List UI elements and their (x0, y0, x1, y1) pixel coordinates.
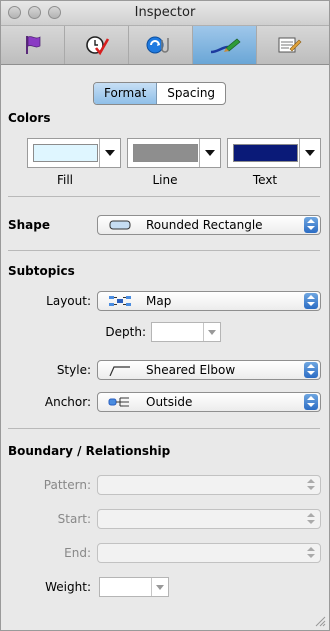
depth-label: Depth: (105, 325, 146, 339)
chevron-down-icon (203, 323, 220, 341)
popup-arrows-icon (304, 545, 318, 561)
depth-popup[interactable] (151, 322, 221, 342)
outside-anchor-icon (108, 397, 129, 407)
popup-arrows-icon (304, 394, 318, 410)
clock-check-tab[interactable] (65, 26, 129, 64)
pen-icon (210, 38, 241, 54)
pen-style-tab[interactable] (193, 26, 257, 64)
shape-label: Shape (8, 218, 51, 232)
inspector-toolbar (1, 26, 329, 65)
boundary-relationship-heading: Boundary / Relationship (8, 444, 171, 458)
format-spacing-segmented-control[interactable]: Format Spacing (93, 82, 227, 105)
flag-icon (25, 36, 40, 54)
pattern-label: Pattern: (43, 478, 91, 492)
text-color-dropdown[interactable] (299, 139, 320, 167)
anchor-value: Outside (146, 395, 193, 409)
subtopics-heading: Subtopics (8, 264, 75, 278)
fill-color-well[interactable] (27, 138, 121, 168)
divider (8, 196, 320, 197)
link-attachment-tab[interactable] (129, 26, 193, 64)
pattern-popup[interactable] (97, 475, 321, 495)
end-popup[interactable] (97, 543, 321, 563)
rounded-rectangle-icon (109, 220, 131, 230)
format-tab[interactable]: Format (94, 83, 158, 104)
popup-arrows-icon (304, 217, 318, 233)
inspector-window: Inspector Format Spacing Colors Fill Lin… (0, 0, 330, 631)
shape-popup[interactable]: Rounded Rectangle (97, 215, 321, 235)
clock-check-icon (85, 36, 109, 56)
line-color-dropdown[interactable] (199, 139, 220, 167)
link-attachment-icon (146, 36, 169, 54)
style-popup[interactable]: Sheared Elbow (97, 360, 321, 380)
style-label: Style: (56, 363, 91, 377)
start-label: Start: (57, 512, 91, 526)
resize-grip-icon[interactable] (315, 616, 326, 627)
window-title: Inspector (134, 5, 196, 20)
line-color-well[interactable] (127, 138, 221, 168)
layout-popup[interactable]: Map (97, 291, 321, 311)
anchor-label: Anchor: (44, 395, 91, 409)
popup-arrows-icon (304, 362, 318, 378)
sheared-elbow-icon (109, 366, 130, 376)
colors-heading: Colors (8, 111, 51, 125)
spacing-tab[interactable]: Spacing (157, 83, 225, 104)
text-color-label: Text (252, 173, 278, 187)
text-color-well[interactable] (227, 138, 321, 168)
popup-arrows-icon (304, 293, 318, 309)
fill-color-sample (33, 144, 98, 162)
layout-label: Layout: (46, 294, 91, 308)
divider (8, 428, 320, 429)
fill-label: Fill (56, 173, 74, 187)
line-label: Line (152, 173, 178, 187)
start-popup[interactable] (97, 509, 321, 529)
divider (8, 250, 320, 251)
layout-value: Map (146, 294, 172, 308)
text-color-sample (233, 144, 298, 162)
weight-popup[interactable] (99, 577, 169, 597)
style-value: Sheared Elbow (146, 363, 236, 377)
fill-color-dropdown[interactable] (99, 139, 120, 167)
popup-arrows-icon (304, 477, 318, 493)
end-label: End: (64, 546, 91, 560)
chevron-down-icon (151, 578, 168, 596)
shape-value: Rounded Rectangle (146, 218, 263, 232)
weight-label: Weight: (45, 580, 91, 594)
title-bar[interactable]: Inspector (1, 1, 329, 26)
document-icon (278, 37, 302, 53)
line-color-sample (133, 144, 198, 162)
map-layout-icon (109, 296, 131, 306)
flag-tab[interactable] (1, 26, 65, 64)
anchor-popup[interactable]: Outside (97, 392, 321, 412)
document-tab[interactable] (257, 26, 321, 64)
popup-arrows-icon (304, 511, 318, 527)
